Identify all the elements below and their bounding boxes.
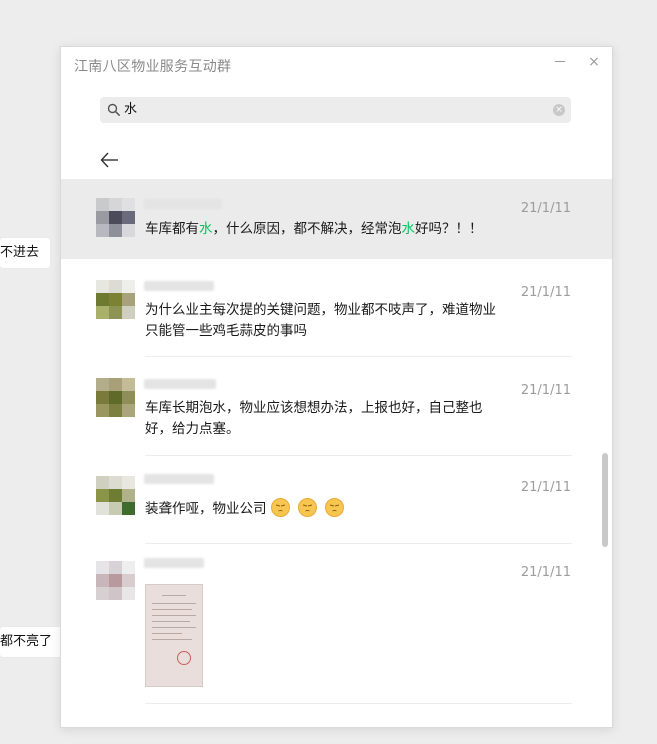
scrollbar-thumb[interactable] (602, 453, 608, 547)
minimize-icon (555, 61, 565, 62)
result-item[interactable]: 21/1/11 车库长期泡水，物业应该想想办法，上报也好，自己整也好，给力点塞。 (61, 357, 612, 456)
result-item[interactable]: 21/1/11 车库都有水，什么原因，都不解决，经常泡水好吗？！！ (61, 179, 612, 259)
sender-name (144, 199, 222, 209)
divider (145, 703, 572, 704)
message-text: 为什么业主每次提的关键问题，物业都不吱声了，难道物业只能管一些鸡毛蒜皮的事吗 (145, 302, 496, 339)
message-date: 21/1/11 (520, 565, 571, 580)
message-date: 21/1/11 (520, 285, 571, 300)
close-button[interactable]: × (583, 51, 605, 73)
close-icon: × (588, 54, 600, 70)
avatar (96, 198, 135, 237)
avatar (96, 378, 135, 417)
result-item[interactable]: 21/1/11 为什么业主每次提的关键问题，物业都不吱声了，难道物业只能管一些鸡… (61, 259, 612, 357)
clear-search-icon[interactable]: × (553, 104, 565, 116)
result-item[interactable]: 21/1/11 (61, 544, 612, 725)
search-results-list: 21/1/11 车库都有水，什么原因，都不解决，经常泡水好吗？！！ 21/1/1… (61, 179, 612, 725)
result-item[interactable]: 21/1/11 装聋作哑，物业公司 (61, 456, 612, 544)
avatar (96, 280, 135, 319)
avatar (96, 561, 135, 600)
message-date: 21/1/11 (520, 201, 571, 216)
message-text: 车库长期泡水，物业应该想想办法，上报也好，自己整也好，给力点塞。 (145, 400, 483, 437)
sender-name (144, 379, 216, 389)
background-chat-bubble: 不进去 (0, 238, 50, 268)
emoji-icon (324, 498, 344, 517)
document-image[interactable] (145, 584, 203, 687)
sender-name (144, 281, 214, 291)
sender-name (144, 558, 204, 568)
search-input[interactable]: 水 (124, 97, 137, 123)
message-text: 装聋作哑，物业公司 (145, 498, 505, 520)
minimize-button[interactable] (549, 51, 571, 73)
message-date: 21/1/11 (520, 480, 571, 495)
search-field[interactable]: 水 × (100, 97, 571, 123)
message-text: 车库都有水，什么原因，都不解决，经常泡水好吗？！！ (145, 221, 483, 237)
window-title: 江南八区物业服务互动群 (74, 59, 232, 75)
emoji-icon (270, 498, 290, 517)
sender-name (144, 474, 214, 484)
chat-history-search-window: 江南八区物业服务互动群 × 水 × 21/1/11 车库都有水，什么原因，都不解… (60, 46, 613, 728)
emoji-icon (297, 498, 317, 517)
search-icon (107, 103, 120, 116)
back-arrow-icon[interactable] (99, 151, 121, 169)
background-chat-bubble: 都不亮了 (0, 627, 66, 657)
message-date: 21/1/11 (520, 383, 571, 398)
avatar (96, 476, 135, 515)
keyword-highlight: 水 (401, 221, 416, 237)
keyword-highlight: 水 (199, 221, 213, 237)
